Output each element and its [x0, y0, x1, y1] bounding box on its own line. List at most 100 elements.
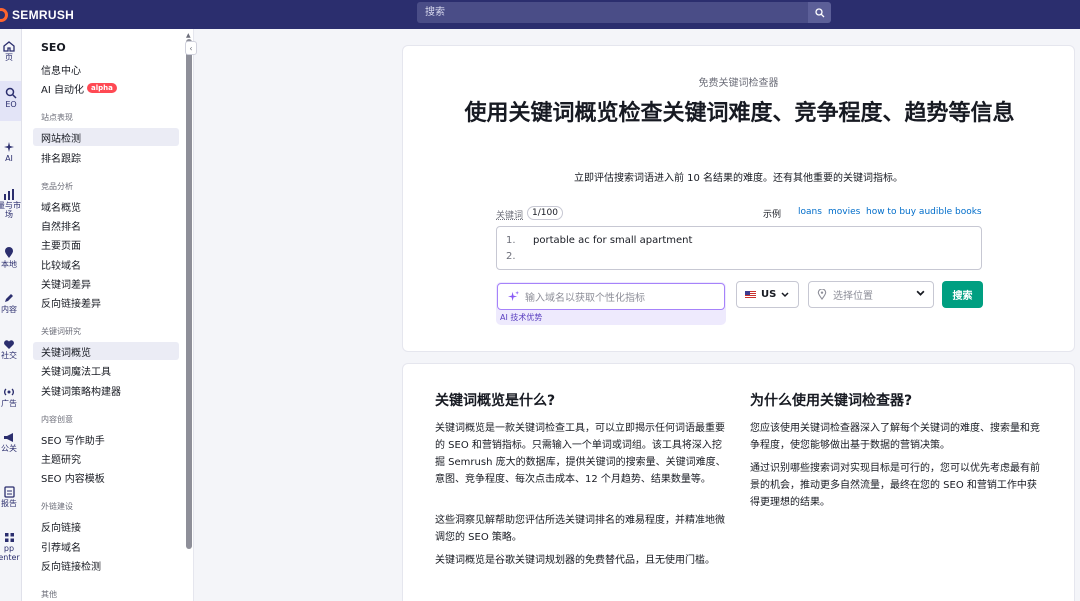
rail-seo[interactable]: EO: [0, 81, 21, 121]
sidebar-item-keyword-overview[interactable]: 关键词概览: [33, 342, 179, 360]
keyword-count-badge: 1/100: [527, 206, 563, 220]
example-link-audible[interactable]: how to buy audible books: [866, 207, 982, 217]
sidebar-item-keyword-magic[interactable]: 关键词魔法工具: [33, 361, 179, 379]
location-icon: [5, 247, 13, 258]
seo-sidebar: SEO 信息中心 AI 自动化 alpha 站点表现 网站检测 排名跟踪 竞品分…: [22, 29, 194, 601]
rail-label: AI: [5, 154, 13, 163]
alpha-badge: alpha: [86, 83, 117, 93]
seo-icon: [5, 87, 17, 99]
section-site-performance: 站点表现: [41, 113, 73, 122]
what-is-paragraph-1: 关键词概览是一款关键词检查工具，可以立即揭示任何词语最重要的 SEO 和营销指标…: [435, 423, 726, 485]
rail-label: 社交: [1, 351, 17, 360]
sidebar-item-backlinks[interactable]: 反向链接: [33, 517, 179, 535]
sidebar-item-keyword-gap[interactable]: 关键词差异: [33, 274, 179, 292]
keyword-line-text: portable ac for small apartment: [533, 235, 693, 246]
sidebar-item-top-pages[interactable]: 主要页面: [33, 235, 179, 253]
search-input[interactable]: [417, 2, 808, 23]
rail-ai[interactable]: AI: [0, 141, 21, 163]
line-number: 1.: [506, 235, 516, 246]
ai-sparkle-icon: [4, 142, 14, 152]
rail-social[interactable]: 社交: [0, 339, 21, 360]
keyword-checker-card: 免费关键词检查器 使用关键词概览检查关键词难度、竞争程度、趋势等信息 立即评估搜…: [402, 45, 1075, 352]
semrush-logo[interactable]: SEMRUSH: [0, 7, 75, 22]
sidebar-item-topic-research[interactable]: 主题研究: [33, 449, 179, 467]
example-link-movies[interactable]: movies: [828, 207, 860, 217]
collapse-sidebar-button[interactable]: ‹: [185, 41, 197, 55]
megaphone-icon: [4, 433, 13, 442]
heart-icon: [4, 340, 14, 349]
rail-pr[interactable]: 公关: [0, 432, 21, 453]
sidebar-item-compare-domains[interactable]: 比较域名: [33, 255, 179, 273]
report-icon: [3, 486, 15, 498]
section-other: 其他: [41, 590, 57, 599]
what-is-heading: 关键词概览是什么?: [435, 393, 556, 409]
section-competitive-analysis: 竞品分析: [41, 182, 73, 191]
rail-label: 广告: [1, 399, 17, 408]
eyebrow-text: 免费关键词检查器: [698, 78, 779, 89]
keyword-label: 关键词: [496, 211, 524, 221]
section-link-building: 外链建设: [41, 502, 73, 511]
us-flag-icon: [745, 290, 756, 299]
rail-reports[interactable]: 报告: [0, 486, 21, 508]
rail-content[interactable]: 内容: [0, 292, 21, 314]
page-title: 使用关键词概览检查关键词难度、竞争程度、趋势等信息: [464, 101, 1015, 126]
location-placeholder: 选择位置: [833, 291, 873, 302]
icon-rail: 页 EO AI 量与市 场 本地 内容 社交 广告 公关 报告 pp enter: [0, 29, 22, 601]
sidebar-item-ai-automation[interactable]: AI 自动化 alpha: [33, 79, 179, 97]
grid-icon: [4, 533, 14, 542]
rail-label: 报告: [1, 499, 17, 508]
sidebar-scroll-thumb[interactable]: [186, 39, 192, 549]
sidebar-item-referring-domains[interactable]: 引荐域名: [33, 537, 179, 555]
sidebar-item-keyword-strategy[interactable]: 关键词策略构建器: [33, 381, 179, 399]
section-content-ideas: 内容创意: [41, 415, 73, 424]
chevron-down-icon: [916, 290, 925, 296]
location-select[interactable]: 选择位置: [808, 281, 934, 308]
rail-ads[interactable]: 广告: [0, 386, 21, 408]
sidebar-item-info-center[interactable]: 信息中心: [33, 60, 179, 78]
rail-label: EO: [5, 100, 17, 109]
sidebar-item-rank-tracking[interactable]: 排名跟踪: [33, 148, 179, 166]
keyword-search-button[interactable]: 搜索: [942, 281, 983, 308]
why-use-paragraph-1: 您应该使用关键词检查器深入了解每个关键词的难度、搜索量和竞争程度，使您能够做出基…: [750, 423, 1040, 451]
rail-label: 本地: [1, 260, 17, 269]
sidebar-item-backlink-gap[interactable]: 反向链接差异: [33, 293, 179, 311]
scroll-up-arrow-icon[interactable]: ▲: [186, 32, 191, 39]
section-keyword-research: 关键词研究: [41, 327, 81, 336]
country-select[interactable]: US: [736, 281, 799, 308]
rail-home[interactable]: 页: [0, 41, 21, 62]
rail-label: pp enter: [0, 544, 20, 562]
chart-icon: [4, 189, 14, 200]
chevron-down-icon: [781, 291, 789, 297]
sidebar-item-organic-rankings[interactable]: 自然排名: [33, 216, 179, 234]
logo-text: SEMRUSH: [12, 7, 75, 22]
country-value: US: [761, 289, 777, 300]
sidebar-item-site-audit[interactable]: 网站检测: [33, 128, 179, 146]
rail-label: 公关: [1, 444, 17, 453]
rail-app-center[interactable]: pp enter: [0, 532, 21, 562]
sidebar-title: SEO: [41, 41, 66, 54]
rail-traffic[interactable]: 量与市 场: [0, 189, 21, 219]
sidebar-item-seo-writing[interactable]: SEO 写作助手: [33, 430, 179, 448]
domain-input[interactable]: 输入域名以获取个性化指标: [497, 283, 725, 310]
top-bar: SEMRUSH: [0, 0, 1080, 29]
why-use-heading: 为什么使用关键词检查器?: [750, 393, 913, 409]
what-is-paragraph-3: 关键词概览是谷歌关键词规划器的免费替代品，且无使用门槛。: [435, 555, 715, 566]
rail-label: 内容: [1, 305, 17, 314]
example-link-loans[interactable]: loans: [798, 207, 822, 217]
sidebar-item-seo-template[interactable]: SEO 内容模板: [33, 468, 179, 486]
broadcast-icon: [4, 388, 14, 396]
ai-sparkle-icon: [508, 291, 519, 302]
info-card: 关键词概览是什么? 关键词概览是一款关键词检查工具，可以立即揭示任何词语最重要的…: [402, 363, 1075, 601]
examples-label: 示例: [763, 210, 782, 220]
keywords-textarea[interactable]: 1. portable ac for small apartment 2.: [496, 226, 982, 270]
search-button[interactable]: [808, 2, 831, 23]
what-is-paragraph-2: 这些洞察见解帮助您评估所选关键词排名的难易程度，并精准地微调您的 SEO 策略。: [435, 515, 725, 543]
domain-placeholder: 输入域名以获取个性化指标: [525, 293, 645, 304]
rail-local[interactable]: 本地: [0, 247, 21, 269]
page-subtitle: 立即评估搜索词语进入前 10 名结果的难度。还有其他重要的关键词指标。: [573, 173, 904, 184]
location-pin-icon: [817, 289, 827, 300]
sidebar-item-backlink-audit[interactable]: 反向链接检测: [33, 556, 179, 574]
ai-advantage-badge: AI 技术优势: [500, 313, 543, 322]
sidebar-item-domain-overview[interactable]: 域名概览: [33, 197, 179, 215]
global-search: [417, 2, 831, 23]
